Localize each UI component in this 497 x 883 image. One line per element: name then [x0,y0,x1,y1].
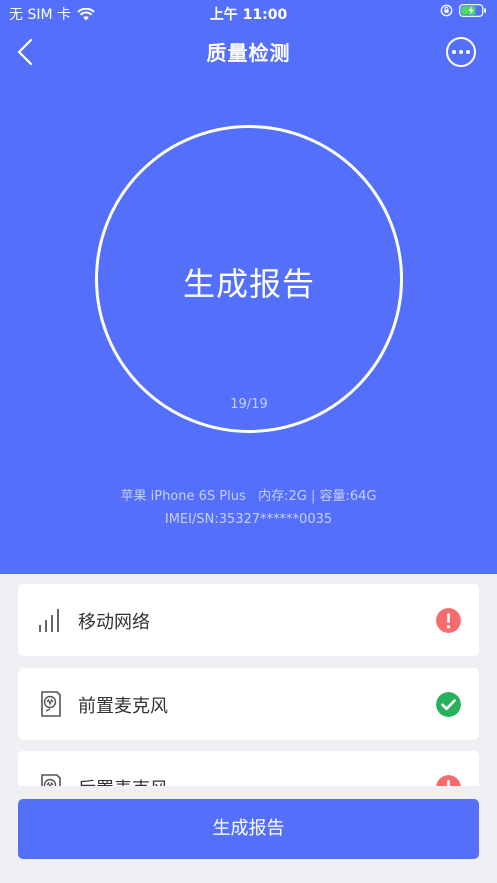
generate-report-ring[interactable]: 生成报告 19/19 [95,125,403,433]
status-bar: 无 SIM 卡 上午 11:00 [0,0,497,26]
check-progress: 19/19 [230,397,268,412]
check-item-label: 前置麦克风 [78,696,168,717]
status-time: 上午 11:00 [209,7,288,23]
device-imei: IMEI/SN:35327******0035 [164,512,333,527]
battery-icon [459,4,486,17]
page-title: 质量检测 [206,41,291,65]
orientation-lock-icon [440,4,453,17]
error-status-icon [436,608,461,633]
check-item-mobile-network[interactable]: 移动网络 [18,584,479,656]
nav-bar: 质量检测 [0,26,497,78]
device-model-info: 苹果 iPhone 6S Plus 内存:2G | 容量:64G [120,489,377,504]
check-item-front-microphone[interactable]: 前置麦克风 [18,668,479,740]
signal-icon [39,609,59,632]
status-right [440,4,487,17]
hero-panel: 无 SIM 卡 上午 11:00 质量检测 生成报告 19/19 苹果 iPho… [0,0,497,574]
check-item-label: 移动网络 [78,612,150,633]
generate-report-button[interactable]: 生成报告 [18,799,479,859]
check-status-icon [436,692,461,717]
ring-title: 生成报告 [182,265,315,303]
more-options-icon[interactable] [446,37,476,67]
microphone-icon [41,691,61,717]
check-item-rear-microphone[interactable]: 后置麦克风 [18,751,479,787]
microphone-icon [41,774,61,787]
